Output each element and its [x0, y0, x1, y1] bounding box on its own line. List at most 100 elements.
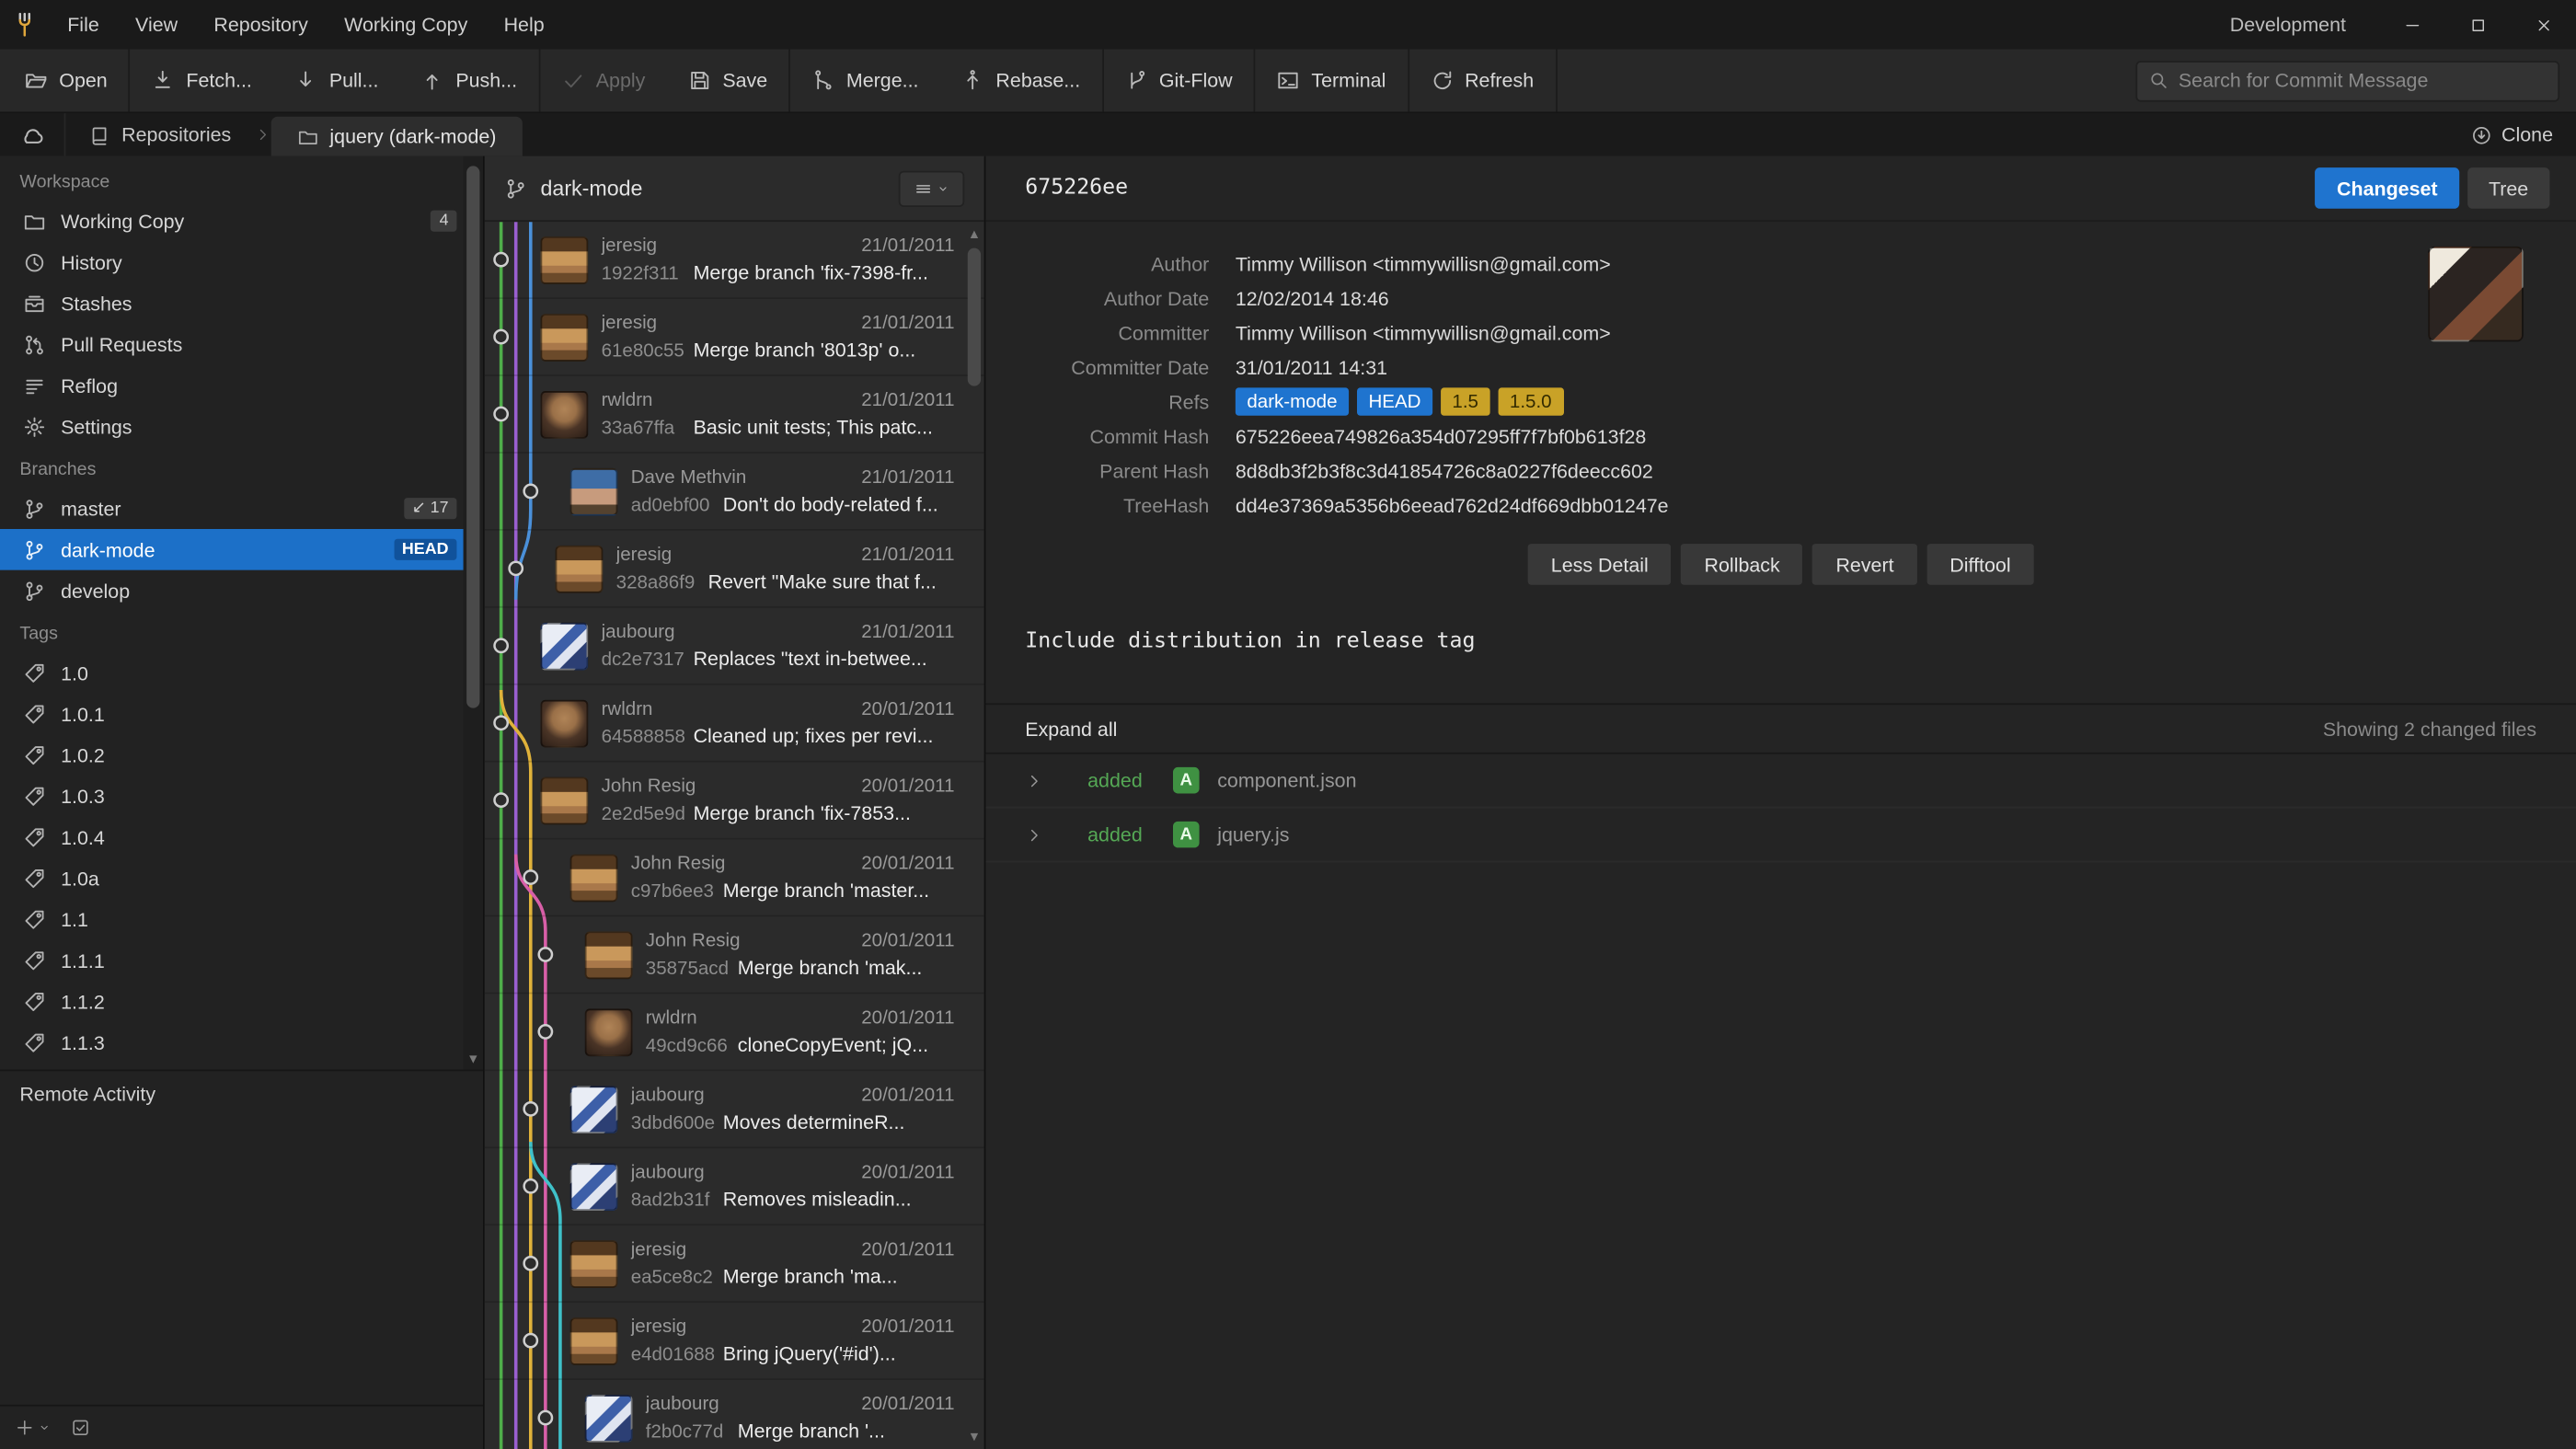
menu-repository[interactable]: Repository	[196, 0, 327, 50]
commit-row-328a86f9[interactable]: jeresig21/01/2011328a86f9Revert "Make su…	[485, 531, 984, 608]
sidebar-item-1.0.3[interactable]: 1.0.3	[0, 776, 483, 817]
maximize-button[interactable]	[2444, 0, 2510, 50]
sidebar-item-1.1[interactable]: 1.1	[0, 899, 483, 940]
toolbar-button-label: Refresh	[1465, 69, 1534, 92]
sidebar-scroll-down-arrow[interactable]: ▼	[464, 1052, 483, 1068]
sidebar: WorkspaceWorking Copy4HistoryStashesPull…	[0, 156, 485, 1449]
menu-working-copy[interactable]: Working Copy	[326, 0, 485, 50]
sidebar-item-dark-mode[interactable]: dark-modeHEAD	[0, 529, 483, 570]
graph-filter-button[interactable]	[899, 170, 964, 206]
menu-view[interactable]: View	[117, 0, 195, 50]
menu-file[interactable]: File	[50, 0, 118, 50]
difftool-button[interactable]: Difftool	[1926, 544, 2033, 585]
chevron-right-icon[interactable]	[1025, 825, 1043, 844]
sidebar-item-1.0a[interactable]: 1.0a	[0, 857, 483, 899]
sidebar-item-settings[interactable]: Settings	[0, 406, 483, 447]
commit-search-box[interactable]	[2135, 60, 2559, 101]
sidebar-item-master[interactable]: master↙ 17	[0, 488, 483, 529]
ref-badge-head[interactable]: HEAD	[1357, 387, 1432, 415]
commit-row-line1: jaubourg21/01/2011	[602, 622, 955, 641]
revert-button[interactable]: Revert	[1812, 544, 1916, 585]
sidebar-item-1.0.1[interactable]: 1.0.1	[0, 694, 483, 735]
commit-author: jeresig	[631, 1317, 848, 1336]
clone-button[interactable]: Clone	[2447, 113, 2576, 155]
graph-scroll-up-arrow[interactable]: ▲	[968, 226, 981, 243]
commit-row-2e2d5e9d[interactable]: John Resig20/01/20112e2d5e9dMerge branch…	[485, 763, 984, 840]
file-row-component.json[interactable]: addedAcomponent.json	[985, 754, 2576, 809]
commit-row-8ad2b31f[interactable]: jaubourg20/01/20118ad2b31fRemoves mislea…	[485, 1148, 984, 1225]
commit-author: jeresig	[602, 236, 848, 255]
graph-scroll-down-arrow[interactable]: ▼	[968, 1430, 981, 1446]
changeset-view-button[interactable]: Changeset	[2316, 167, 2459, 209]
commit-row-61e80c55[interactable]: jeresig21/01/201161e80c55Merge branch '8…	[485, 299, 984, 376]
sidebar-item-label: 1.0a	[61, 867, 456, 890]
expand-all-link[interactable]: Expand all	[1025, 717, 1117, 740]
commit-row-33a67ffa[interactable]: rwldrn21/01/201133a67ffaBasic unit tests…	[485, 376, 984, 454]
reflog-icon	[23, 374, 46, 397]
commit-hash: 3dbd600e	[631, 1113, 723, 1133]
graph-scrollbar-thumb[interactable]	[968, 248, 981, 386]
sidebar-item-1.0.4[interactable]: 1.0.4	[0, 817, 483, 858]
detail-action-buttons: Less DetailRollbackRevertDifftool	[1025, 544, 2536, 585]
commit-row-ad0ebf00[interactable]: Dave Methvin21/01/2011ad0ebf00Don't do b…	[485, 454, 984, 531]
chevron-right-icon[interactable]	[1025, 771, 1043, 789]
commit-message-summary: Merge branch 'fix-7853...	[694, 801, 955, 824]
fork-app-window: FileViewRepositoryWorking CopyHelp Devel…	[0, 0, 2576, 1449]
sidebar-item-stashes[interactable]: Stashes	[0, 282, 483, 324]
commit-row-f2b0c77d[interactable]: jaubourg20/01/2011f2b0c77dMerge branch '…	[485, 1380, 984, 1449]
pull-button[interactable]: Pull...	[273, 50, 400, 112]
git-flow-button[interactable]: Git-Flow	[1103, 50, 1254, 112]
sidebar-item-label: 1.0	[61, 661, 456, 684]
commit-row-1922f311[interactable]: jeresig21/01/20111922f311Merge branch 'f…	[485, 222, 984, 299]
merge-button[interactable]: Merge...	[790, 50, 940, 112]
sidebar-item-label: 1.1	[61, 908, 456, 931]
stash-icon	[23, 292, 46, 315]
tree-view-button[interactable]: Tree	[2467, 167, 2550, 209]
tab-jquery-dark-mode[interactable]: jquery (dark-mode)	[270, 117, 523, 156]
sidebar-item-history[interactable]: History	[0, 242, 483, 283]
add-repository-button[interactable]	[15, 1418, 51, 1437]
less-detail-button[interactable]: Less Detail	[1528, 544, 1672, 585]
toolbar-button-label: Git-Flow	[1159, 69, 1233, 92]
commit-row-c97b6ee3[interactable]: John Resig20/01/2011c97b6ee3Merge branch…	[485, 840, 984, 917]
commit-row-dc2e7317[interactable]: jaubourg21/01/2011dc2e7317Replaces "text…	[485, 608, 984, 685]
commit-row-35875acd[interactable]: John Resig20/01/201135875acdMerge branch…	[485, 916, 984, 994]
commit-row-49cd9c66[interactable]: rwldrn20/01/201149cd9c66cloneCopyEvent; …	[485, 994, 984, 1071]
sidebar-item-1.1.3[interactable]: 1.1.3	[0, 1022, 483, 1064]
sidebar-item-1.0.2[interactable]: 1.0.2	[0, 734, 483, 776]
minimize-button[interactable]	[2379, 0, 2444, 50]
ref-badge-1.5[interactable]: 1.5	[1441, 387, 1490, 415]
sidebar-item-reflog[interactable]: Reflog	[0, 364, 483, 406]
sidebar-item-develop[interactable]: develop	[0, 570, 483, 612]
save-button[interactable]: Save	[667, 50, 789, 112]
search-input[interactable]	[2179, 69, 2547, 92]
graph-scrollbar[interactable]: ▲ ▼	[964, 224, 983, 1449]
close-button[interactable]	[2511, 0, 2576, 50]
terminal-button[interactable]: Terminal	[1256, 50, 1408, 112]
sidebar-item-1.1.2[interactable]: 1.1.2	[0, 981, 483, 1022]
sidebar-scrollbar-thumb[interactable]	[466, 166, 479, 707]
commit-avatar	[570, 467, 618, 515]
checkbox-filter-icon[interactable]	[71, 1418, 90, 1437]
sidebar-item-1.0[interactable]: 1.0	[0, 652, 483, 694]
rollback-button[interactable]: Rollback	[1682, 544, 1803, 585]
sidebar-scrollbar[interactable]: ▼	[464, 156, 483, 1070]
commit-row-64588858[interactable]: rwldrn20/01/201164588858Cleaned up; fixe…	[485, 685, 984, 763]
commit-row-e4d01688[interactable]: jeresig20/01/2011e4d01688Bring jQuery('#…	[485, 1303, 984, 1380]
sidebar-item-1.1.1[interactable]: 1.1.1	[0, 939, 483, 981]
open-button[interactable]: Open	[4, 50, 129, 112]
sidebar-item-pull-requests[interactable]: Pull Requests	[0, 324, 483, 365]
rebase-button[interactable]: Rebase...	[940, 50, 1102, 112]
sidebar-item-working-copy[interactable]: Working Copy4	[0, 201, 483, 242]
commit-row-3dbd600e[interactable]: jaubourg20/01/20113dbd600eMoves determin…	[485, 1071, 984, 1148]
refresh-button[interactable]: Refresh	[1409, 50, 1555, 112]
breadcrumb-repositories[interactable]: Repositories	[65, 113, 254, 155]
push-button[interactable]: Push...	[400, 50, 539, 112]
commit-row-ea5ce8c2[interactable]: jeresig20/01/2011ea5ce8c2Merge branch 'm…	[485, 1225, 984, 1303]
fetch-button[interactable]: Fetch...	[131, 50, 273, 112]
cloud-button[interactable]	[0, 113, 65, 155]
file-row-jquery.js[interactable]: addedAjquery.js	[985, 809, 2576, 863]
ref-badge-dark-mode[interactable]: dark-mode	[1236, 387, 1349, 415]
ref-badge-1.5.0[interactable]: 1.5.0	[1498, 387, 1563, 415]
menu-help[interactable]: Help	[486, 0, 562, 50]
